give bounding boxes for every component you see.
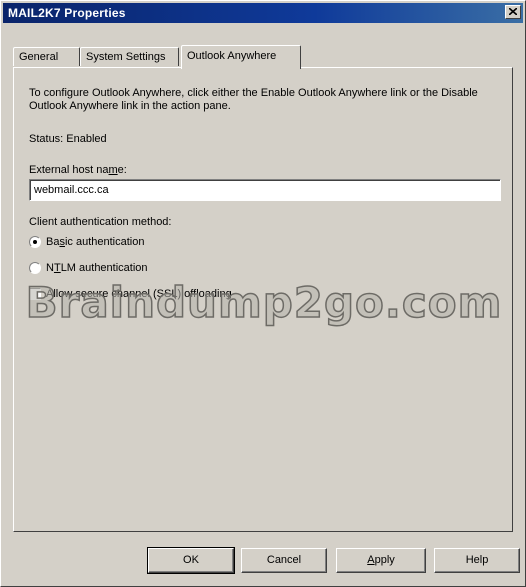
ssl-offloading-label: Allow secure channel (SSL) offloading <box>46 288 232 300</box>
external-host-name-input[interactable] <box>29 179 501 201</box>
help-button[interactable]: Help <box>434 548 520 573</box>
properties-dialog: MAIL2K7 Properties General System Settin… <box>0 0 526 587</box>
tab-panel-outlook-anywhere: To configure Outlook Anywhere, click eit… <box>13 67 513 532</box>
apply-button[interactable]: Apply <box>336 548 426 573</box>
external-host-name-label: External host name: <box>29 164 127 176</box>
radio-button[interactable] <box>29 262 41 274</box>
basic-authentication-label: Basic authentication <box>46 236 145 248</box>
checkbox[interactable] <box>29 288 41 300</box>
cancel-button[interactable]: Cancel <box>241 548 327 573</box>
ntlm-authentication-label: NTLM authentication <box>46 262 148 274</box>
close-button[interactable] <box>505 5 521 19</box>
tab-outlook-anywhere[interactable]: Outlook Anywhere <box>181 45 301 69</box>
close-icon <box>509 8 517 15</box>
title-bar[interactable]: MAIL2K7 Properties <box>3 3 523 23</box>
window-title: MAIL2K7 Properties <box>8 6 126 20</box>
client-auth-method-label: Client authentication method: <box>29 216 172 228</box>
ok-button[interactable]: OK <box>147 547 235 574</box>
tab-system-settings[interactable]: System Settings <box>80 47 179 66</box>
tab-general[interactable]: General <box>13 47 80 66</box>
description-text: To configure Outlook Anywhere, click eit… <box>29 87 478 112</box>
radio-button-selected[interactable] <box>29 236 41 248</box>
dialog-button-bar: OK Cancel Apply Help <box>1 547 526 574</box>
status-text: Status: Enabled <box>29 133 107 145</box>
